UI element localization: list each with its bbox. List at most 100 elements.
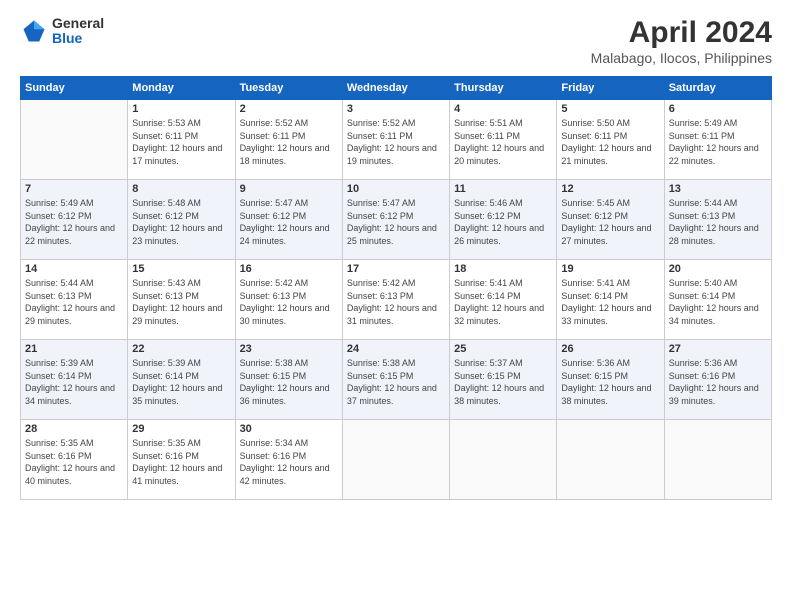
col-wednesday: Wednesday — [342, 77, 449, 100]
title-section: April 2024 Malabago, Ilocos, Philippines — [591, 16, 772, 66]
day-info: Sunrise: 5:38 AMSunset: 6:15 PMDaylight:… — [347, 357, 445, 407]
table-row: 26 Sunrise: 5:36 AMSunset: 6:15 PMDayligh… — [557, 340, 664, 420]
day-number: 28 — [25, 423, 123, 435]
day-number: 21 — [25, 343, 123, 355]
table-row: 24Sunrise: 5:38 AMSunset: 6:15 PMDayligh… — [342, 340, 449, 420]
calendar-row: 1 Sunrise: 5:53 AMSunset: 6:11 PMDaylight… — [21, 100, 772, 180]
day-number: 17 — [347, 263, 445, 275]
table-row: 19 Sunrise: 5:41 AMSunset: 6:14 PMDayligh… — [557, 260, 664, 340]
day-info: Sunrise: 5:51 AMSunset: 6:11 PMDaylight:… — [454, 117, 552, 167]
day-number: 1 — [132, 103, 230, 115]
day-number: 4 — [454, 103, 552, 115]
table-row: 7 Sunrise: 5:49 AMSunset: 6:12 PMDaylight… — [21, 180, 128, 260]
calendar-table: Sunday Monday Tuesday Wednesday Thursday… — [20, 76, 772, 500]
table-row — [557, 420, 664, 500]
day-info: Sunrise: 5:38 AMSunset: 6:15 PMDaylight:… — [240, 357, 338, 407]
table-row: 3 Sunrise: 5:52 AMSunset: 6:11 PMDaylight… — [342, 100, 449, 180]
location: Malabago, Ilocos, Philippines — [591, 50, 772, 66]
day-number: 16 — [240, 263, 338, 275]
table-row: 17 Sunrise: 5:42 AMSunset: 6:13 PMDayligh… — [342, 260, 449, 340]
day-number: 15 — [132, 263, 230, 275]
day-info: Sunrise: 5:40 AMSunset: 6:14 PMDaylight:… — [669, 277, 767, 327]
logo-icon — [20, 17, 48, 45]
day-info: Sunrise: 5:50 AMSunset: 6:11 PMDaylight:… — [561, 117, 659, 167]
day-info: Sunrise: 5:52 AMSunset: 6:11 PMDaylight:… — [240, 117, 338, 167]
table-row — [21, 100, 128, 180]
day-number: 20 — [669, 263, 767, 275]
table-row: 30Sunrise: 5:34 AMSunset: 6:16 PMDayligh… — [235, 420, 342, 500]
calendar-row: 28 Sunrise: 5:35 AMSunset: 6:16 PMDayligh… — [21, 420, 772, 500]
col-friday: Friday — [557, 77, 664, 100]
logo: General Blue — [20, 16, 104, 47]
table-row: 25 Sunrise: 5:37 AMSunset: 6:15 PMDayligh… — [450, 340, 557, 420]
day-info: Sunrise: 5:53 AMSunset: 6:11 PMDaylight:… — [132, 117, 230, 167]
day-number: 12 — [561, 183, 659, 195]
day-info: Sunrise: 5:41 AMSunset: 6:14 PMDaylight:… — [561, 277, 659, 327]
day-info: Sunrise: 5:35 AMSunset: 6:16 PMDaylight:… — [25, 437, 123, 487]
col-monday: Monday — [128, 77, 235, 100]
table-row — [450, 420, 557, 500]
day-number: 9 — [240, 183, 338, 195]
table-row: 29 Sunrise: 5:35 AMSunset: 6:16 PMDayligh… — [128, 420, 235, 500]
day-number: 8 — [132, 183, 230, 195]
day-info: Sunrise: 5:43 AMSunset: 6:13 PMDaylight:… — [132, 277, 230, 327]
logo-general-text: General — [52, 16, 104, 31]
table-row: 5 Sunrise: 5:50 AMSunset: 6:11 PMDaylight… — [557, 100, 664, 180]
col-thursday: Thursday — [450, 77, 557, 100]
day-info: Sunrise: 5:36 AMSunset: 6:16 PMDaylight:… — [669, 357, 767, 407]
day-number: 14 — [25, 263, 123, 275]
col-tuesday: Tuesday — [235, 77, 342, 100]
calendar-row: 14Sunrise: 5:44 AMSunset: 6:13 PMDayligh… — [21, 260, 772, 340]
day-info: Sunrise: 5:41 AMSunset: 6:14 PMDaylight:… — [454, 277, 552, 327]
day-number: 18 — [454, 263, 552, 275]
day-info: Sunrise: 5:47 AMSunset: 6:12 PMDaylight:… — [347, 197, 445, 247]
day-info: Sunrise: 5:34 AMSunset: 6:16 PMDaylight:… — [240, 437, 338, 487]
table-row: 21Sunrise: 5:39 AMSunset: 6:14 PMDayligh… — [21, 340, 128, 420]
table-row: 27 Sunrise: 5:36 AMSunset: 6:16 PMDayligh… — [664, 340, 771, 420]
day-info: Sunrise: 5:52 AMSunset: 6:11 PMDaylight:… — [347, 117, 445, 167]
table-row: 2 Sunrise: 5:52 AMSunset: 6:11 PMDaylight… — [235, 100, 342, 180]
day-number: 2 — [240, 103, 338, 115]
day-number: 10 — [347, 183, 445, 195]
day-number: 26 — [561, 343, 659, 355]
day-number: 7 — [25, 183, 123, 195]
day-info: Sunrise: 5:46 AMSunset: 6:12 PMDaylight:… — [454, 197, 552, 247]
day-info: Sunrise: 5:42 AMSunset: 6:13 PMDaylight:… — [240, 277, 338, 327]
day-info: Sunrise: 5:35 AMSunset: 6:16 PMDaylight:… — [132, 437, 230, 487]
month-title: April 2024 — [591, 16, 772, 50]
table-row: 6 Sunrise: 5:49 AMSunset: 6:11 PMDaylight… — [664, 100, 771, 180]
table-row: 12 Sunrise: 5:45 AMSunset: 6:12 PMDayligh… — [557, 180, 664, 260]
day-info: Sunrise: 5:45 AMSunset: 6:12 PMDaylight:… — [561, 197, 659, 247]
calendar-row: 7 Sunrise: 5:49 AMSunset: 6:12 PMDaylight… — [21, 180, 772, 260]
header: General Blue April 2024 Malabago, Ilocos… — [20, 16, 772, 66]
day-info: Sunrise: 5:37 AMSunset: 6:15 PMDaylight:… — [454, 357, 552, 407]
table-row: 23Sunrise: 5:38 AMSunset: 6:15 PMDayligh… — [235, 340, 342, 420]
table-row: 16 Sunrise: 5:42 AMSunset: 6:13 PMDayligh… — [235, 260, 342, 340]
table-row: 13 Sunrise: 5:44 AMSunset: 6:13 PMDayligh… — [664, 180, 771, 260]
day-number: 11 — [454, 183, 552, 195]
day-info: Sunrise: 5:42 AMSunset: 6:13 PMDaylight:… — [347, 277, 445, 327]
calendar-row: 21Sunrise: 5:39 AMSunset: 6:14 PMDayligh… — [21, 340, 772, 420]
table-row: 1 Sunrise: 5:53 AMSunset: 6:11 PMDaylight… — [128, 100, 235, 180]
table-row: 18 Sunrise: 5:41 AMSunset: 6:14 PMDayligh… — [450, 260, 557, 340]
table-row: 14Sunrise: 5:44 AMSunset: 6:13 PMDayligh… — [21, 260, 128, 340]
day-info: Sunrise: 5:44 AMSunset: 6:13 PMDaylight:… — [669, 197, 767, 247]
table-row: 28 Sunrise: 5:35 AMSunset: 6:16 PMDayligh… — [21, 420, 128, 500]
table-row: 4 Sunrise: 5:51 AMSunset: 6:11 PMDaylight… — [450, 100, 557, 180]
day-info: Sunrise: 5:49 AMSunset: 6:12 PMDaylight:… — [25, 197, 123, 247]
table-row — [664, 420, 771, 500]
day-number: 13 — [669, 183, 767, 195]
day-number: 5 — [561, 103, 659, 115]
table-row: 11 Sunrise: 5:46 AMSunset: 6:12 PMDayligh… — [450, 180, 557, 260]
day-info: Sunrise: 5:47 AMSunset: 6:12 PMDaylight:… — [240, 197, 338, 247]
day-info: Sunrise: 5:36 AMSunset: 6:15 PMDaylight:… — [561, 357, 659, 407]
day-number: 25 — [454, 343, 552, 355]
day-number: 3 — [347, 103, 445, 115]
table-row: 9 Sunrise: 5:47 AMSunset: 6:12 PMDaylight… — [235, 180, 342, 260]
day-number: 29 — [132, 423, 230, 435]
day-number: 19 — [561, 263, 659, 275]
day-info: Sunrise: 5:49 AMSunset: 6:11 PMDaylight:… — [669, 117, 767, 167]
day-number: 6 — [669, 103, 767, 115]
day-number: 27 — [669, 343, 767, 355]
day-info: Sunrise: 5:48 AMSunset: 6:12 PMDaylight:… — [132, 197, 230, 247]
